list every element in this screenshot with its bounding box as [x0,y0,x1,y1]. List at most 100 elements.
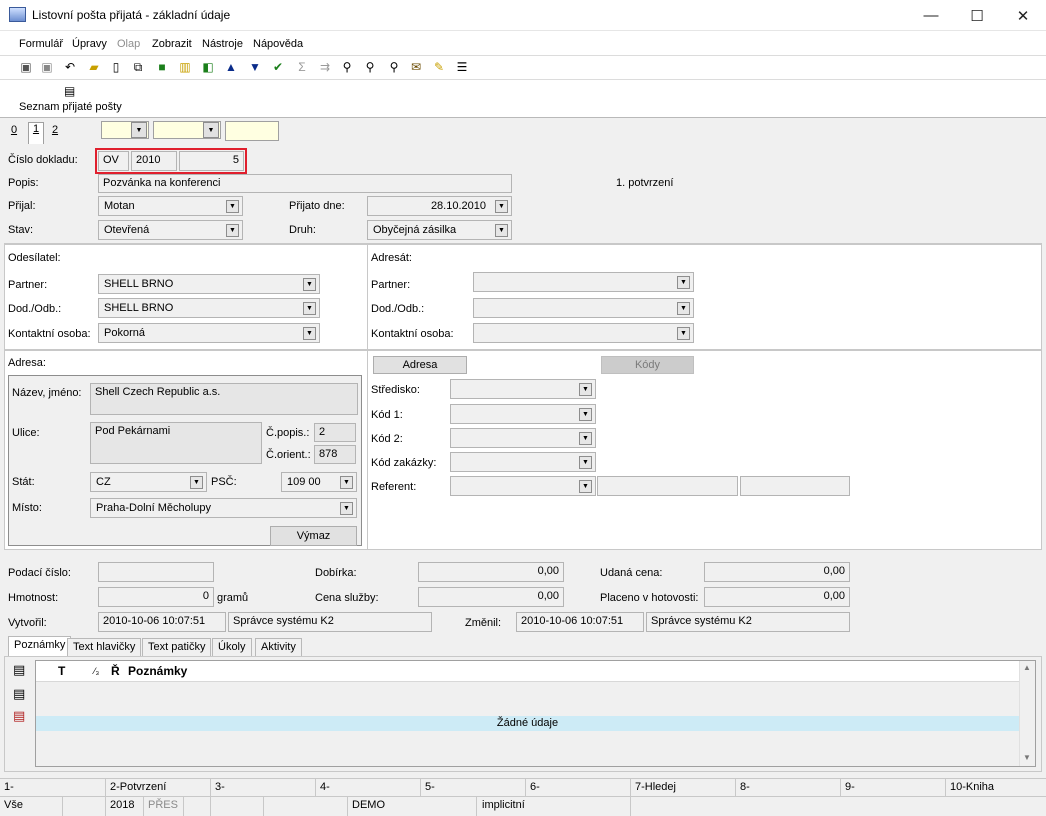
maximize-button[interactable]: ☐ [954,0,1000,31]
sender-contact-combo[interactable]: Pokorná ▼ [98,323,320,343]
find-next-icon[interactable]: ⚲ [362,59,378,75]
country-combo[interactable]: CZ ▼ [90,472,207,492]
open-folder-icon[interactable]: ▰ [86,59,102,75]
referent-extra-field[interactable] [740,476,850,496]
state-combo[interactable]: Otevřená ▼ [98,220,243,240]
col-t-header[interactable]: T [58,664,65,678]
undo-icon[interactable]: ↶ [62,59,78,75]
fkey-1[interactable]: 1- [4,781,14,793]
recipient-partner-combo[interactable]: ▼ [473,272,694,292]
fkey-9[interactable]: 9- [845,781,855,793]
code1-combo[interactable]: ▼ [450,404,596,424]
filter-combo-2[interactable]: ▼ [153,121,221,139]
post-no-field[interactable] [98,562,214,582]
menu-napoveda[interactable]: Nápověda [253,38,303,50]
save-icon[interactable]: ▣ [18,59,34,75]
order-combo[interactable]: ▼ [450,452,596,472]
mail-icon[interactable]: ✉ [408,59,424,75]
created-by-field[interactable]: Správce systému K2 [228,612,432,632]
code2-combo[interactable]: ▼ [450,428,596,448]
scroll-up-icon[interactable]: ▲ [1023,663,1031,672]
fkey-4[interactable]: 4- [320,781,330,793]
doc-book-field[interactable]: OV [98,151,129,171]
subtab-activities[interactable]: Aktivity [255,638,302,656]
zip-combo[interactable]: 109 00 ▼ [281,472,357,492]
fkey-8[interactable]: 8- [740,781,750,793]
close-button[interactable]: ✕ [1000,0,1046,31]
filter-combo-1[interactable]: ▼ [101,121,149,139]
subtab-tasks[interactable]: Úkoly [212,638,252,656]
sender-partner-combo[interactable]: SHELL BRNO ▼ [98,274,320,294]
fkey-10[interactable]: 10-Kniha [950,781,994,793]
referent-name-field[interactable] [597,476,738,496]
copy-icon[interactable]: ⧉ [130,59,146,75]
codes-button[interactable]: Kódy [601,356,694,374]
minimize-button[interactable]: — [908,0,954,31]
cash-field[interactable]: 0,00 [704,587,850,607]
fkey-2[interactable]: 2-Potvrzení [110,781,166,793]
tab-2[interactable]: 2 [47,124,63,142]
changed-by-field[interactable]: Správce systému K2 [646,612,850,632]
scroll-down-icon[interactable]: ▼ [1023,753,1031,762]
description-field[interactable]: Pozvánka na konferenci [98,174,512,193]
fkey-6[interactable]: 6- [530,781,540,793]
received-by-combo[interactable]: Motan ▼ [98,196,243,216]
new-note-icon[interactable]: ▤ [13,662,25,678]
doc-number-field[interactable]: 5 [179,151,244,171]
find-filter-icon[interactable]: ⚲ [386,59,402,75]
sender-supplier-combo[interactable]: SHELL BRNO ▼ [98,298,320,318]
street-field[interactable]: Pod Pekárnami [90,422,262,464]
col-notes-header[interactable]: Poznámky [128,664,187,678]
doc-year-field[interactable]: 2010 [131,151,177,171]
menu-formular[interactable]: Formulář [19,38,63,50]
col-sort-header[interactable]: ⁄₃ [94,666,99,676]
save-close-icon[interactable]: ▣ [39,59,55,75]
col-r-header[interactable]: Ř [111,664,120,678]
service-field[interactable]: 0,00 [418,587,564,607]
fkey-3[interactable]: 3- [215,781,225,793]
recipient-supplier-combo[interactable]: ▼ [473,298,694,318]
clear-button[interactable]: Výmaz [270,526,357,546]
subtab-notes[interactable]: Poznámky [8,636,72,657]
new-document-icon[interactable]: ▯ [108,59,124,75]
place-combo[interactable]: Praha-Dolní Měcholupy ▼ [90,498,357,518]
book-icon[interactable]: ▥ [177,59,193,75]
kind-combo[interactable]: Obyčejná zásilka ▼ [367,220,512,240]
notes-icon[interactable]: ✎ [431,59,447,75]
changed-at-field[interactable]: 2010-10-06 10:07:51 [516,612,644,632]
delete-note-icon[interactable]: ▤ [13,708,25,724]
address-button[interactable]: Adresa [373,356,467,374]
recipient-contact-combo[interactable]: ▼ [473,323,694,343]
tab-0[interactable]: 0 [6,124,22,142]
notes-grid[interactable]: T ⁄₃ Ř Poznámky Žádné údaje ▲ ▼ [35,660,1036,767]
descriptive-no-field[interactable]: 2 [314,423,356,442]
name-field[interactable]: Shell Czech Republic a.s. [90,383,358,415]
tab-9[interactable] [66,124,82,142]
received-on-combo[interactable]: 28.10.2010 ▼ [367,196,512,216]
tab-1[interactable]: 1 [28,122,44,144]
menu-olap[interactable]: Olap [117,38,140,50]
filter-icon[interactable]: ✔ [270,59,286,75]
fkey-5[interactable]: 5- [425,781,435,793]
referent-combo[interactable]: ▼ [450,476,596,496]
fkey-7[interactable]: 7-Hledej [635,781,676,793]
filter-field-3[interactable] [225,121,279,141]
created-at-field[interactable]: 2010-10-06 10:07:51 [98,612,226,632]
menu-upravy[interactable]: Úpravy [72,38,107,50]
edit-note-icon[interactable]: ▤ [13,686,25,702]
received-mail-list-button[interactable]: Seznam přijaté pošty [19,101,122,113]
subtab-footer-text[interactable]: Text patičky [142,638,212,656]
books-icon[interactable]: ◧ [200,59,216,75]
subtab-header-text[interactable]: Text hlavičky [67,638,142,656]
lock-icon[interactable]: ■ [154,59,170,75]
weight-field[interactable]: 0 [98,587,214,607]
arrow-up-icon[interactable]: ▲ [223,59,239,75]
menu-zobrazit[interactable]: Zobrazit [152,38,192,50]
orientation-no-field[interactable]: 878 [314,445,356,464]
transfer-icon[interactable]: ⇉ [317,59,333,75]
declared-field[interactable]: 0,00 [704,562,850,582]
arrow-down-icon[interactable]: ▼ [247,59,263,75]
cod-field[interactable]: 0,00 [418,562,564,582]
notes-scrollbar[interactable]: ▲ ▼ [1019,661,1035,766]
sum-icon[interactable]: Σ [294,59,310,75]
